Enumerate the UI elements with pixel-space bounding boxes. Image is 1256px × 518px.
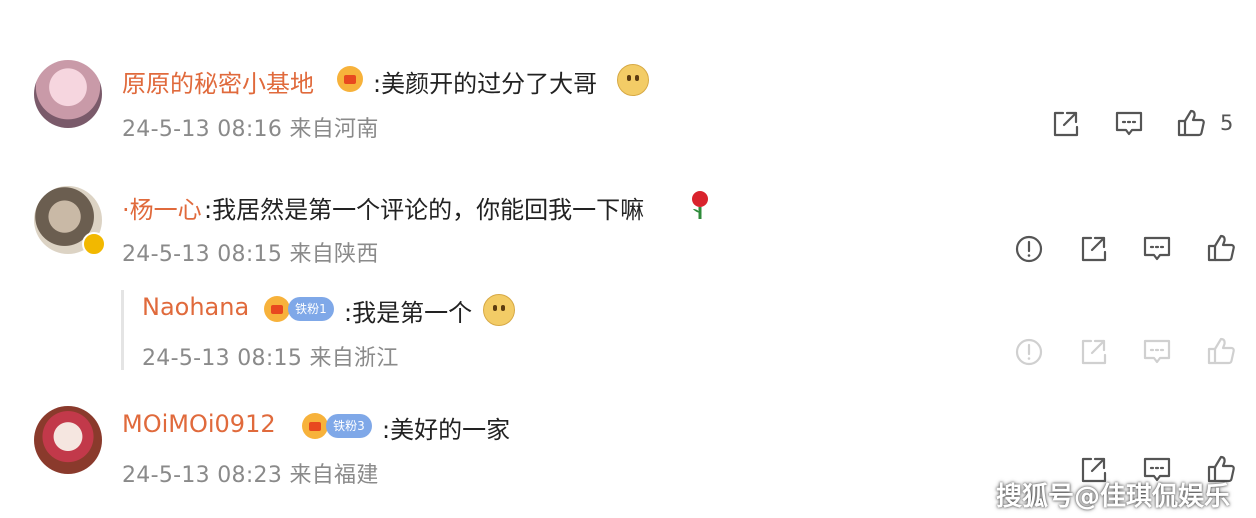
comment-text: :美颜开的过分了大哥 (373, 70, 598, 98)
fan-badge: 铁粉1 (288, 297, 334, 321)
avatar[interactable] (34, 406, 102, 474)
share-icon[interactable] (1049, 108, 1081, 140)
like-count: 5 (1220, 111, 1234, 135)
comment-text: :我居然是第一个评论的，你能回我一下嘛 (204, 196, 645, 224)
reply-meta: 24-5-13 08:15 来自浙江 (142, 346, 399, 371)
reply-divider (121, 290, 124, 370)
cat-emoji-icon (617, 64, 649, 96)
comment-username[interactable]: 原原的秘密小基地 (122, 64, 314, 99)
reply-text: :我是第一个 (344, 299, 473, 327)
crown-icon (302, 413, 328, 439)
like-icon[interactable] (1205, 335, 1237, 367)
comment-icon[interactable] (1141, 233, 1173, 265)
fan-badge: 铁粉3 (326, 414, 372, 438)
share-icon[interactable] (1077, 233, 1109, 265)
comment-text: :美好的一家 (382, 416, 511, 444)
crown-icon (264, 296, 290, 322)
reply-username[interactable]: Naohana (142, 293, 249, 321)
comment-username[interactable]: ·杨一心 (122, 190, 202, 225)
crown-icon (337, 66, 363, 92)
like-icon[interactable] (1205, 232, 1237, 264)
comment-icon[interactable] (1113, 108, 1145, 140)
watermark: 搜狐号@佳琪侃娱乐 (996, 482, 1231, 512)
verified-icon (82, 232, 106, 256)
report-icon[interactable] (1013, 233, 1045, 265)
comment-meta: 24-5-13 08:15 来自陕西 (122, 242, 379, 267)
share-icon[interactable] (1077, 336, 1109, 368)
comment-meta: 24-5-13 08:23 来自福建 (122, 463, 379, 488)
comment-meta: 24-5-13 08:16 来自河南 (122, 117, 379, 142)
report-icon[interactable] (1013, 336, 1045, 368)
avatar[interactable] (34, 60, 102, 128)
like-icon[interactable] (1175, 107, 1207, 139)
cat-emoji-icon (483, 294, 515, 326)
comment-icon[interactable] (1141, 336, 1173, 368)
comment-username[interactable]: MOiMOi0912 (122, 410, 276, 438)
rose-icon (688, 190, 712, 220)
